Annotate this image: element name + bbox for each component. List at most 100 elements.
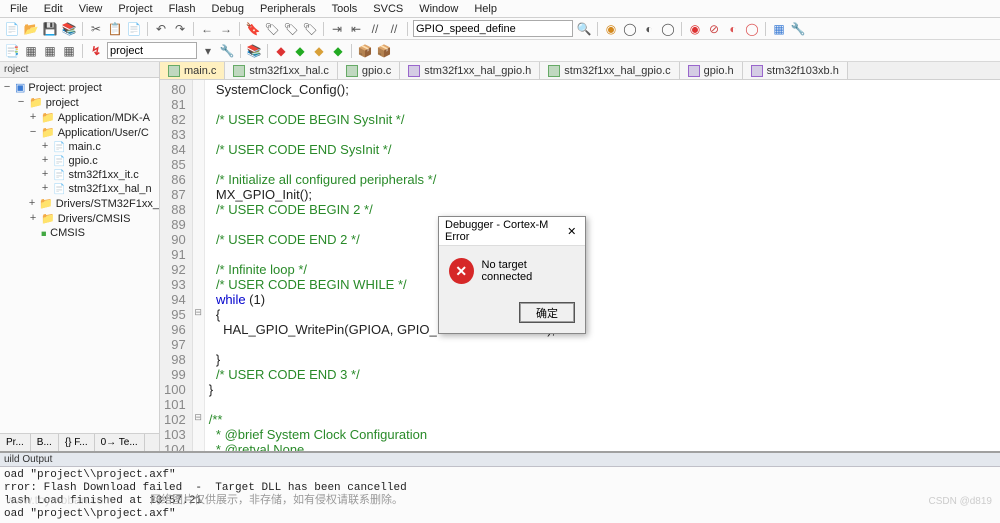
dialog-titlebar[interactable]: Debugger - Cortex-M Error ✕ (439, 217, 585, 246)
batch-build-icon[interactable]: ▦ (61, 43, 77, 59)
project-tab[interactable]: B... (31, 434, 59, 451)
project-root-label[interactable]: Project: project (28, 82, 101, 94)
paste-icon[interactable]: 📄 (126, 21, 142, 37)
separator (82, 22, 83, 36)
new-icon[interactable]: 📄 (4, 21, 20, 37)
menu-flash[interactable]: Flash (163, 2, 202, 16)
workspace-icon: ▣ (15, 81, 25, 94)
menu-svcs[interactable]: SVCS (367, 2, 409, 16)
tree-item[interactable]: ◆ CMSIS (0, 226, 159, 240)
tree-item[interactable]: −📁 project (0, 95, 159, 110)
translate-icon[interactable]: 📑 (4, 43, 20, 59)
menu-view[interactable]: View (73, 2, 109, 16)
copy-icon[interactable]: 📋 (107, 21, 123, 37)
options-icon[interactable]: 🔧 (219, 43, 235, 59)
bookmark-icon[interactable]: 🔖 (245, 21, 261, 37)
tree-item[interactable]: +📁 Application/MDK-A (0, 110, 159, 125)
tree-item[interactable]: +📄 gpio.c (0, 154, 159, 168)
target-combo[interactable] (107, 42, 197, 59)
build-output-panel: uild Output oad "project\\project.axf" r… (0, 451, 1000, 523)
config-wizard-icon[interactable]: 🔧 (790, 21, 806, 37)
dropdown-icon[interactable]: ▾ (200, 43, 216, 59)
menu-debug[interactable]: Debug (206, 2, 250, 16)
editor-tab[interactable]: stm32f1xx_hal.c (225, 62, 337, 79)
bookmark-prev-icon[interactable]: 🏷 (264, 21, 280, 37)
editor-tab[interactable]: stm32f1xx_hal_gpio.c (540, 62, 679, 79)
project-tree[interactable]: −▣ Project: project −📁 project+📁 Applica… (0, 78, 159, 433)
menu-project[interactable]: Project (112, 2, 158, 16)
separator (323, 22, 324, 36)
file-icon: 📄 (53, 156, 65, 167)
breakpoint-enable-icon[interactable]: ◐ (641, 21, 657, 37)
tree-item[interactable]: +📁 Drivers/CMSIS (0, 211, 159, 226)
rebuild-icon[interactable]: ▦ (42, 43, 58, 59)
project-tab[interactable]: Pr... (0, 434, 31, 451)
bookmark-next-icon[interactable]: 🏷 (283, 21, 299, 37)
breakpoint-disable-icon[interactable]: ◯ (660, 21, 676, 37)
menu-help[interactable]: Help (468, 2, 503, 16)
kill-icon[interactable]: ◐ (725, 21, 741, 37)
editor-tab[interactable]: gpio.c (338, 62, 400, 79)
insert-icon[interactable]: ◉ (687, 21, 703, 37)
undo-icon[interactable]: ↶ (153, 21, 169, 37)
uncomment-icon[interactable]: // (386, 21, 402, 37)
project-panel: roject −▣ Project: project −📁 project+📁 … (0, 62, 160, 451)
tree-item[interactable]: +📁 Drivers/STM32F1xx_ (0, 196, 159, 211)
menu-peripherals[interactable]: Peripherals (254, 2, 322, 16)
pack-installer-icon[interactable]: 📦 (357, 43, 373, 59)
tree-item[interactable]: −📁 Application/User/C (0, 125, 159, 140)
outdent-icon[interactable]: ⇤ (348, 21, 364, 37)
separator (765, 22, 766, 36)
find-icon[interactable]: 🔍 (576, 21, 592, 37)
pack-green2-icon[interactable]: ◆ (330, 43, 346, 59)
pack-yellow-icon[interactable]: ◆ (311, 43, 327, 59)
find-combo[interactable] (413, 20, 573, 37)
bookmark-clear-icon[interactable]: 🏷 (302, 21, 318, 37)
back-icon[interactable]: ← (199, 21, 215, 37)
tree-item[interactable]: +📄 stm32f1xx_it.c (0, 168, 159, 182)
footer-credit: CSDN @d819 (928, 496, 992, 507)
debug-icon[interactable]: ◉ (603, 21, 619, 37)
open-icon[interactable]: 📂 (23, 21, 39, 37)
reset-icon[interactable]: ◯ (744, 21, 760, 37)
window-icon[interactable]: ▦ (771, 21, 787, 37)
comment-icon[interactable]: // (367, 21, 383, 37)
project-panel-title: roject (0, 62, 159, 78)
editor-tab[interactable]: stm32f103xb.h (743, 62, 848, 79)
close-icon[interactable]: ✕ (564, 223, 579, 239)
tree-item[interactable]: +📄 stm32f1xx_hal_n (0, 182, 159, 196)
remove-icon[interactable]: ⊘ (706, 21, 722, 37)
editor-tab[interactable]: stm32f1xx_hal_gpio.h (400, 62, 540, 79)
editor-tabbar: main.cstm32f1xx_hal.cgpio.cstm32f1xx_hal… (160, 62, 1000, 80)
tree-item-label: CMSIS (50, 227, 85, 239)
editor-tab[interactable]: main.c (160, 62, 225, 79)
pack-manager-icon[interactable]: 📦 (376, 43, 392, 59)
menu-edit[interactable]: Edit (38, 2, 69, 16)
build-icon[interactable]: ▦ (23, 43, 39, 59)
fold-column[interactable]: ⊟⊟ (193, 80, 205, 451)
indent-icon[interactable]: ⇥ (329, 21, 345, 37)
breakpoint-icon[interactable]: ◯ (622, 21, 638, 37)
redo-icon[interactable]: ↷ (172, 21, 188, 37)
tab-label: main.c (184, 65, 216, 77)
menu-file[interactable]: File (4, 2, 34, 16)
tree-item-label: stm32f1xx_hal_n (68, 183, 151, 195)
menu-bar: File Edit ViewProject Flash Debug Peripherals… (0, 0, 1000, 18)
folder-icon: 📁 (29, 96, 43, 109)
pack-green-icon[interactable]: ◆ (292, 43, 308, 59)
ok-button[interactable]: 确定 (519, 302, 575, 323)
save-icon[interactable]: 💾 (42, 21, 58, 37)
code-content[interactable]: SystemClock_Config(); /* USER CODE BEGIN… (205, 80, 1000, 451)
menu-window[interactable]: Window (413, 2, 464, 16)
project-tab[interactable]: {} F... (59, 434, 95, 451)
saveall-icon[interactable]: 📚 (61, 21, 77, 37)
project-tab[interactable]: 0→ Te... (95, 434, 145, 451)
tree-item[interactable]: +📄 main.c (0, 140, 159, 154)
editor-tab[interactable]: gpio.h (680, 62, 743, 79)
download-icon[interactable]: ↯ (88, 43, 104, 59)
pack-red-icon[interactable]: ◆ (273, 43, 289, 59)
forward-icon[interactable]: → (218, 21, 234, 37)
manage-icon[interactable]: 📚 (246, 43, 262, 59)
menu-tools[interactable]: Tools (326, 2, 364, 16)
cut-icon[interactable]: ✂ (88, 21, 104, 37)
